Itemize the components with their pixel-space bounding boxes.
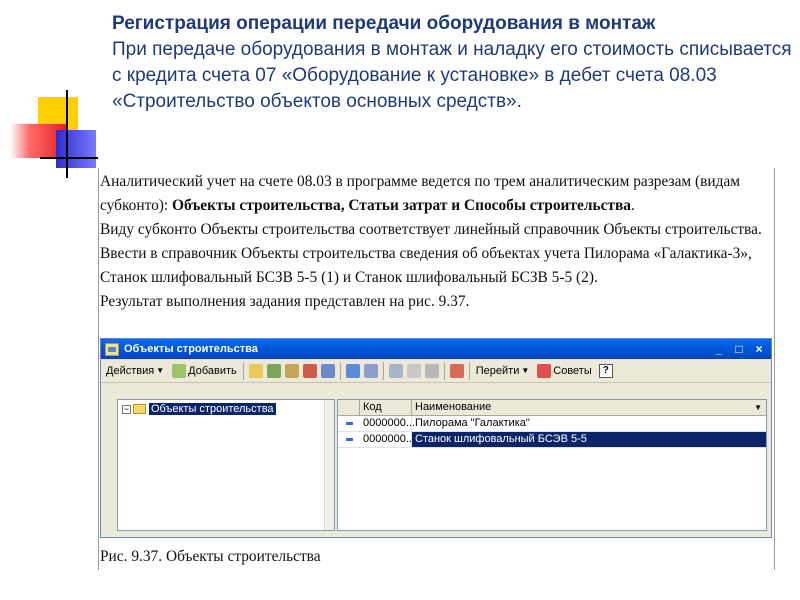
delete-icon[interactable] bbox=[302, 363, 317, 378]
tree-pane[interactable]: − Объекты строительства bbox=[117, 399, 335, 531]
goto-menu-button[interactable]: Перейти ▼ bbox=[473, 361, 533, 381]
row-item-icon bbox=[338, 416, 360, 431]
add-icon bbox=[172, 363, 187, 378]
catalog-icon bbox=[105, 342, 119, 356]
filter-settings-icon[interactable] bbox=[406, 363, 421, 378]
collapse-icon[interactable]: − bbox=[122, 404, 131, 414]
tree-scrollbar[interactable] bbox=[324, 400, 334, 530]
window-title: Объекты строительства bbox=[124, 343, 258, 355]
add-button[interactable]: Добавить bbox=[167, 361, 240, 381]
toolbar-separator bbox=[443, 361, 445, 380]
toolbar-separator bbox=[339, 361, 341, 380]
close-button[interactable]: × bbox=[751, 342, 767, 356]
chevron-down-icon[interactable]: ▼ bbox=[754, 400, 762, 415]
doc-paragraph: Виду субконто Объекты строительства соот… bbox=[100, 221, 762, 238]
window-toolbar: Действия ▼ Добавить Перейти ▼ Советы ? bbox=[101, 359, 771, 383]
search-icon[interactable] bbox=[363, 363, 378, 378]
minimize-button[interactable]: _ bbox=[711, 342, 727, 356]
row-item-icon bbox=[338, 432, 360, 447]
document-left-border bbox=[98, 168, 99, 570]
row-code: 0000000... bbox=[360, 416, 415, 431]
list-pane: Код Наименование ▼ 0000000... Пилорама "… bbox=[337, 399, 767, 531]
toolbar-separator bbox=[242, 361, 244, 380]
doc-paragraph: Ввести в справочник Объекты строительств… bbox=[100, 245, 752, 286]
tips-label: Советы bbox=[553, 364, 592, 377]
doc-paragraph: Аналитический учет на счете 08.03 в прог… bbox=[100, 170, 772, 218]
doc-paragraph: Результат выполнения задания представлен… bbox=[100, 293, 470, 310]
refresh-icon[interactable] bbox=[449, 363, 464, 378]
window-titlebar[interactable]: Объекты строительства _ □ × bbox=[101, 339, 771, 359]
list-header: Код Наименование ▼ bbox=[338, 400, 766, 416]
actions-menu-button[interactable]: Действия ▼ bbox=[103, 361, 167, 381]
figure-caption: Рис. 9.37. Объекты строительства bbox=[100, 548, 321, 565]
dropdown-arrow-icon: ▼ bbox=[521, 366, 530, 375]
hierarchy-icon[interactable] bbox=[345, 363, 360, 378]
column-header-icon[interactable] bbox=[338, 400, 360, 415]
dropdown-arrow-icon: ▼ bbox=[156, 366, 165, 375]
edit-icon[interactable] bbox=[284, 363, 299, 378]
column-header-name[interactable]: Наименование ▼ bbox=[412, 400, 766, 415]
catalog-window: Объекты строительства _ □ × Действия ▼ До… bbox=[100, 338, 772, 538]
table-row[interactable]: 0000000... Пилорама "Галактика" bbox=[338, 416, 766, 432]
copy-icon[interactable] bbox=[266, 363, 281, 378]
row-code: 0000000... bbox=[360, 432, 415, 447]
doc-text: . bbox=[631, 197, 635, 214]
filter-icon[interactable] bbox=[388, 363, 403, 378]
logo-blue-square bbox=[56, 130, 96, 168]
move-icon[interactable] bbox=[320, 363, 335, 378]
list-rows: 0000000... Пилорама "Галактика" 0000000.… bbox=[338, 416, 766, 448]
tree-item-label: Объекты строительства bbox=[149, 403, 276, 415]
tips-icon bbox=[537, 363, 552, 378]
doc-bold-text: Объекты строительства, Статьи затрат и С… bbox=[172, 197, 631, 214]
row-name: Станок шлифовальный БСЭВ 5-5 bbox=[412, 432, 766, 447]
add-label: Добавить bbox=[188, 364, 237, 377]
tips-button[interactable]: Советы bbox=[532, 361, 594, 381]
slide-title: Регистрация операции передачи оборудован… bbox=[112, 13, 656, 34]
slide-intro: При передаче оборудования в монтаж и нал… bbox=[112, 39, 792, 112]
tree-item-root[interactable]: − Объекты строительства bbox=[122, 403, 276, 415]
column-header-name-label: Наименование bbox=[415, 401, 492, 413]
row-name: Пилорама "Галактика" bbox=[415, 417, 530, 429]
toolbar-separator bbox=[468, 361, 470, 380]
window-body: − Объекты строительства Код Наименование… bbox=[105, 389, 767, 533]
slide-header: Регистрация операции передачи оборудован… bbox=[112, 12, 792, 115]
help-button[interactable]: ? bbox=[598, 363, 613, 378]
maximize-button[interactable]: □ bbox=[731, 342, 747, 356]
document-text: Аналитический учет на счете 08.03 в прог… bbox=[100, 170, 772, 314]
logo-vertical-line bbox=[66, 90, 68, 178]
table-row[interactable]: 0000000... Станок шлифовальный БСЭВ 5-5 bbox=[338, 432, 766, 448]
logo-horizontal-line bbox=[40, 157, 98, 159]
document-right-border bbox=[774, 168, 775, 570]
folder-icon bbox=[133, 404, 146, 414]
toolbar-separator bbox=[382, 361, 384, 380]
goto-label: Перейти bbox=[475, 364, 520, 377]
actions-label: Действия bbox=[106, 364, 155, 377]
column-header-code[interactable]: Код bbox=[360, 400, 412, 415]
sort-icon[interactable] bbox=[424, 363, 439, 378]
add-group-icon[interactable] bbox=[248, 363, 263, 378]
